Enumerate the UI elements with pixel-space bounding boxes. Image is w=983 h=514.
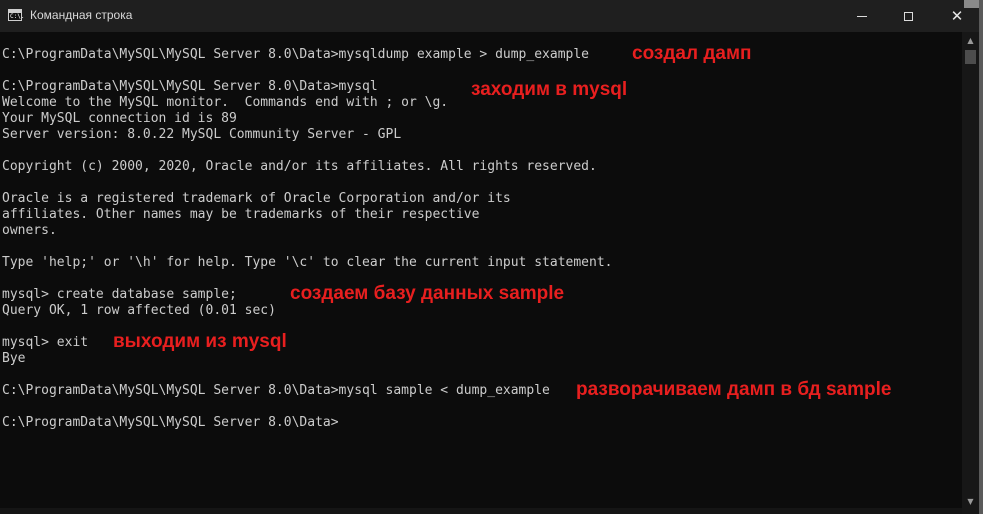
maximize-icon [903, 11, 913, 21]
annotation-create-database: создаем базу данных sample [290, 283, 565, 304]
vertical-scrollbar[interactable]: ▲ ▼ [962, 32, 979, 514]
console-line: affiliates. Other names may be trademark… [2, 207, 480, 222]
minimize-button[interactable] [839, 0, 885, 32]
console-line: Oracle is a registered trademark of Orac… [2, 191, 511, 206]
annotation-enter-mysql: заходим в mysql [471, 79, 628, 100]
close-icon: ✕ [950, 6, 964, 25]
annotation-dump-created: создал дамп [632, 43, 752, 64]
scroll-down-arrow-icon[interactable]: ▼ [962, 493, 979, 510]
window-border [979, 0, 983, 514]
console-line: Your MySQL connection id is 89 [2, 111, 237, 126]
cmd-icon-label: C:\. [10, 13, 25, 20]
console-line: mysql> exit [2, 335, 89, 350]
console-line: C:\ProgramData\MySQL\MySQL Server 8.0\Da… [2, 415, 339, 430]
console-line: C:\ProgramData\MySQL\MySQL Server 8.0\Da… [2, 383, 550, 398]
bottom-edge [0, 508, 962, 514]
console-line: Query OK, 1 row affected (0.01 sec) [2, 303, 276, 318]
command-prompt-window: C:\. Командная строка ✕ C:\ProgramData\M… [0, 0, 983, 514]
console-line: owners. [2, 223, 57, 238]
scrollbar-thumb[interactable] [965, 50, 976, 64]
window-title: Командная строка [30, 8, 133, 22]
console-line: Bye [2, 351, 26, 366]
annotation-exit-mysql: выходим из mysql [113, 331, 287, 352]
console-line: C:\ProgramData\MySQL\MySQL Server 8.0\Da… [2, 79, 378, 94]
annotation-restore-dump: разворачиваем дамп в бд sample [576, 379, 892, 400]
console-line: Type 'help;' or '\h' for help. Type '\c'… [2, 255, 613, 270]
maximize-button[interactable] [885, 0, 931, 32]
console-line: C:\ProgramData\MySQL\MySQL Server 8.0\Da… [2, 47, 589, 62]
minimize-icon [857, 15, 867, 17]
console-output[interactable]: C:\ProgramData\MySQL\MySQL Server 8.0\Da… [0, 40, 962, 514]
scroll-up-arrow-icon[interactable]: ▲ [962, 32, 979, 49]
console-line: Server version: 8.0.22 MySQL Community S… [2, 127, 402, 142]
console-line: Copyright (c) 2000, 2020, Oracle and/or … [2, 159, 597, 174]
cmd-icon[interactable]: C:\. [8, 9, 25, 21]
console-line: mysql> create database sample; [2, 287, 237, 302]
console-line: Welcome to the MySQL monitor. Commands e… [2, 95, 449, 110]
title-bar[interactable]: C:\. Командная строка ✕ [0, 0, 983, 32]
